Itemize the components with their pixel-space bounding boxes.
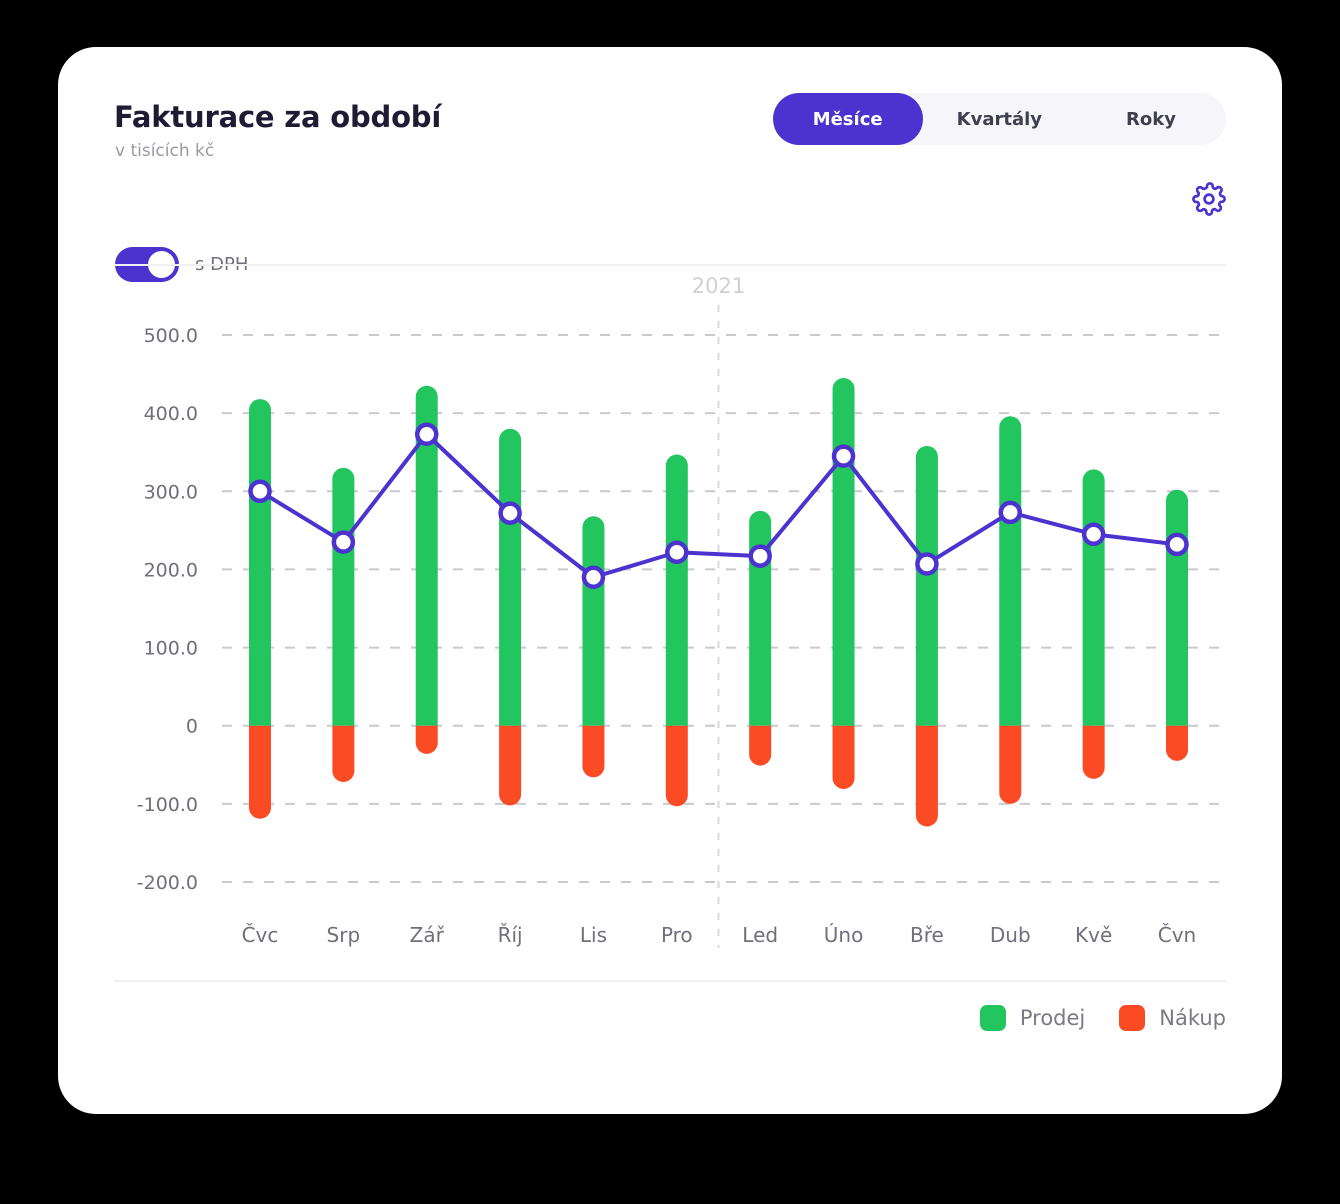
y-axis-tick-label: 500.0 (144, 325, 198, 347)
bar-nakup[interactable] (749, 725, 772, 766)
invoicing-chart: 500.0 400.0 300.0 200.0 100.0 0 -100.0 -200.0 20… (137, 274, 1226, 948)
header-divider (114, 264, 1226, 266)
y-axis-tick-label: 200.0 (144, 559, 198, 581)
legend-swatch-nakup (1119, 1005, 1146, 1031)
page-title: Fakturace za období (114, 100, 442, 134)
bar-nakup[interactable] (1166, 725, 1188, 761)
x-axis-tick-label: Led (742, 923, 778, 947)
bar-nakup[interactable] (499, 725, 522, 806)
x-axis-tick-label: Čvn (1158, 923, 1196, 947)
bar-nakup[interactable] (999, 725, 1022, 804)
y-axis-tick-label: 100.0 (144, 638, 198, 660)
bar-prodej[interactable] (665, 454, 688, 726)
x-axis-tick-label: Kvě (1075, 923, 1112, 947)
bar-prodej[interactable] (499, 428, 522, 726)
chart-card: Fakturace za období v tisících kč Měsíce… (58, 47, 1282, 1114)
trend-point-marker[interactable] (1081, 522, 1106, 547)
trend-point-marker[interactable] (1165, 532, 1189, 557)
tab-kvartaly[interactable]: Kvartály (923, 93, 1076, 145)
trend-line (258, 432, 1179, 580)
x-axis-tick-label: Dub (990, 923, 1031, 947)
x-axis-tick-label: Srp (327, 923, 361, 947)
bar-nakup[interactable] (832, 725, 855, 790)
bar-nakup[interactable] (332, 725, 355, 782)
legend-swatch-prodej (979, 1005, 1006, 1031)
bar-prodej[interactable] (1166, 489, 1188, 726)
bar-nakup[interactable] (249, 725, 271, 819)
legend-item-prodej[interactable]: Prodej (979, 1005, 1086, 1031)
trend-point-marker[interactable] (831, 444, 856, 468)
x-axis-tick-label: Říj (498, 923, 523, 947)
y-axis-tick-label: -200.0 (137, 872, 198, 894)
legend-label-nakup: Nákup (1159, 1006, 1226, 1030)
bar-nakup[interactable] (915, 725, 938, 827)
bar-nakup[interactable] (665, 725, 688, 807)
x-axis-tick-label: Bře (910, 923, 944, 947)
year-divider-label: 2021 (692, 274, 745, 298)
x-axis-tick-label: Lis (580, 923, 607, 947)
bar-nakup[interactable] (1082, 725, 1105, 779)
y-axis-tick-label: 0 (186, 716, 198, 738)
bar-nakup[interactable] (415, 725, 438, 754)
trend-point-marker[interactable] (581, 565, 606, 589)
bar-prodej[interactable] (999, 416, 1022, 726)
bar-prodej[interactable] (915, 445, 938, 726)
tab-roky[interactable]: Roky (1076, 93, 1226, 145)
x-axis-tick-label: Čvc (242, 923, 279, 947)
gear-icon[interactable] (1192, 182, 1226, 216)
x-axis-tick-label: Zář (410, 923, 445, 947)
trend-point-marker[interactable] (915, 552, 939, 576)
trend-point-marker[interactable] (248, 479, 272, 504)
bar-nakup[interactable] (582, 725, 605, 778)
trend-point-marker[interactable] (998, 500, 1023, 525)
y-axis-tick-label: 400.0 (144, 403, 198, 425)
trend-point-marker[interactable] (331, 530, 356, 554)
bar-prodej[interactable] (749, 510, 772, 726)
legend-label-prodej: Prodej (1019, 1006, 1086, 1030)
trend-point-marker[interactable] (748, 544, 772, 568)
x-axis-tick-label: Úno (824, 923, 864, 947)
chart-canvas: 500.0 400.0 300.0 200.0 100.0 0 -100.0 -200.0 20… (58, 47, 1282, 1114)
bar-prodej[interactable] (249, 399, 271, 726)
bar-prodej[interactable] (582, 516, 605, 726)
page-subtitle: v tisících kč (115, 141, 215, 161)
x-axis-tick-label: Pro (661, 923, 693, 947)
bar-prodej[interactable] (832, 377, 855, 726)
bar-prodej[interactable] (415, 385, 438, 726)
bar-prodej[interactable] (1082, 469, 1105, 726)
trend-point-marker[interactable] (414, 422, 439, 446)
y-axis-tick-label: 300.0 (144, 481, 198, 503)
trend-point-marker[interactable] (498, 501, 522, 525)
period-tabs: Měsíce Kvartály Roky (772, 93, 1226, 145)
chart-legend: Prodej Nákup (979, 1005, 1226, 1031)
legend-item-nakup[interactable]: Nákup (1119, 1005, 1226, 1031)
trend-point-marker[interactable] (665, 540, 689, 564)
footer-divider (114, 980, 1226, 982)
tab-mesice[interactable]: Měsíce (772, 93, 923, 145)
y-axis-tick-label: -100.0 (137, 794, 198, 816)
bar-prodej[interactable] (332, 467, 355, 726)
